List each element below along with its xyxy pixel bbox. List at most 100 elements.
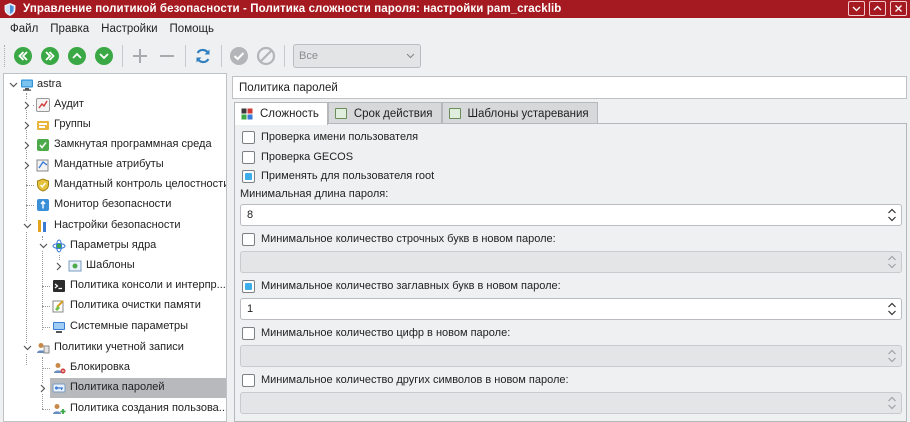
tree-item-groups[interactable]: Группы (4, 115, 226, 135)
chevron-right-icon[interactable] (22, 160, 32, 170)
chevron-right-icon[interactable] (38, 383, 48, 393)
first-icon (14, 47, 32, 65)
close-button[interactable] (890, 1, 907, 16)
tree-item-account-policies[interactable]: Политики учетной записи (4, 338, 226, 358)
last-button[interactable] (39, 45, 61, 67)
tab-bar: Сложность Срок действия Шаблоны устарева… (234, 102, 598, 125)
apply-button[interactable] (228, 45, 250, 67)
add-button[interactable] (129, 45, 151, 67)
tree-item-label: astra (37, 78, 62, 90)
title-bar: Управление политикой безопасности - Поли… (0, 0, 910, 18)
tree-item-memory-clean[interactable]: Политика очистки памяти (4, 296, 226, 316)
tree-item-kernel-params[interactable]: Параметры ядра (4, 236, 226, 256)
complexity-icon (241, 108, 253, 120)
refresh-button[interactable] (192, 45, 214, 67)
chevron-down-icon[interactable] (22, 343, 32, 353)
remove-button[interactable] (156, 45, 178, 67)
check-username-row[interactable]: Проверка имени пользователя (242, 128, 418, 146)
check-gecos-row[interactable]: Проверка GECOS (242, 148, 353, 166)
tree-item-lock[interactable]: Блокировка (4, 358, 226, 378)
tree-item-system-params[interactable]: Системные параметры (4, 317, 226, 337)
digits-row[interactable]: Минимальное количество цифр в новом паро… (242, 324, 510, 342)
lowercase-label: Минимальное количество строчных букв в н… (261, 233, 556, 245)
navigation-tree[interactable]: astra Аудит Группы Замкнутая программная… (3, 73, 227, 422)
tree-item-label: Монитор безопасности (54, 198, 172, 210)
other-chars-spinbox[interactable] (240, 392, 902, 414)
add-icon (133, 49, 147, 63)
digits-spinbox[interactable] (240, 345, 902, 367)
chevron-right-icon[interactable] (22, 100, 32, 110)
account-policy-icon (36, 341, 50, 355)
other-chars-row[interactable]: Минимальное количество других символов в… (242, 371, 569, 389)
section-title: Политика паролей (232, 76, 907, 99)
digits-checkbox[interactable] (242, 326, 255, 340)
minimize-button[interactable] (848, 1, 865, 16)
uppercase-spinbox[interactable]: 1 (240, 298, 902, 320)
maximize-button[interactable] (869, 1, 886, 16)
up-icon (68, 47, 86, 65)
tab-expiration[interactable]: Срок действия (327, 102, 442, 124)
monitor-icon (36, 198, 50, 212)
tree-guide (26, 205, 34, 206)
digits-label: Минимальное количество цифр в новом паро… (261, 327, 511, 339)
tree-item-closed-env[interactable]: Замкнутая программная среда (4, 135, 226, 155)
kernel-icon (52, 239, 66, 253)
tree-item-label: Мандатный контроль целостности (54, 178, 227, 190)
lowercase-row[interactable]: Минимальное количество строчных букв в н… (242, 230, 556, 248)
cancel-button[interactable] (255, 45, 277, 67)
tree-item-astra[interactable]: astra (4, 75, 226, 95)
other-chars-checkbox[interactable] (242, 373, 255, 387)
tree-item-security-monitor[interactable]: Монитор безопасности (4, 195, 226, 215)
apply-root-row[interactable]: Применять для пользователя root (242, 167, 434, 185)
tab-aging-templates[interactable]: Шаблоны устаревания (441, 102, 598, 124)
check-username-checkbox[interactable] (242, 130, 255, 144)
tree-item-security-settings[interactable]: Настройки безопасности (4, 216, 226, 236)
chevron-down-icon[interactable] (8, 80, 18, 90)
chevron-down-icon[interactable] (38, 241, 48, 251)
spin-arrows-icon (888, 349, 896, 363)
lowercase-spinbox[interactable] (240, 251, 902, 273)
menu-help[interactable]: Помощь (164, 23, 220, 35)
computer-icon (20, 78, 34, 92)
uppercase-label: Минимальное количество заглавных букв в … (261, 280, 561, 292)
chevron-right-icon[interactable] (22, 120, 32, 130)
up-button[interactable] (66, 45, 88, 67)
tab-label: Шаблоны устаревания (467, 107, 589, 120)
down-button[interactable] (93, 45, 115, 67)
tree-item-console-policy[interactable]: Политика консоли и интерпр... (4, 276, 226, 296)
closed-env-icon (36, 138, 50, 152)
uppercase-checkbox[interactable] (242, 279, 255, 293)
tree-item-password-policy[interactable]: Политика паролей (38, 378, 226, 398)
window-title: Управление политикой безопасности - Поли… (23, 3, 562, 15)
tree-item-audit[interactable]: Аудит (4, 95, 226, 115)
tree-item-integrity-control[interactable]: Мандатный контроль целостности (4, 175, 226, 195)
min-length-spinbox[interactable]: 8 (240, 204, 902, 226)
tab-complexity[interactable]: Сложность (234, 102, 328, 125)
menu-file[interactable]: Файл (4, 23, 44, 35)
uppercase-row[interactable]: Минимальное количество заглавных букв в … (242, 277, 561, 295)
check-gecos-checkbox[interactable] (242, 150, 255, 164)
filter-select[interactable]: Все (293, 44, 421, 68)
down-icon (95, 47, 113, 65)
tree-item-user-creation[interactable]: Политика создания пользова... (4, 399, 226, 419)
tree-item-templates[interactable]: Шаблоны (4, 256, 226, 276)
menu-edit[interactable]: Правка (44, 23, 95, 35)
menu-bar: Файл Правка Настройки Помощь (0, 18, 910, 40)
tree-item-label: Шаблоны (86, 259, 135, 271)
lowercase-checkbox[interactable] (242, 232, 255, 246)
first-button[interactable] (12, 45, 34, 67)
remove-icon (160, 55, 174, 57)
chevron-right-icon[interactable] (22, 140, 32, 150)
tree-item-mandatory-attributes[interactable]: Мандатные атрибуты (4, 155, 226, 175)
shield-app-icon (3, 2, 17, 16)
spin-arrows-icon (888, 208, 896, 222)
menu-settings[interactable]: Настройки (95, 23, 163, 35)
toolbar-grip[interactable] (4, 45, 7, 67)
memory-clean-icon (52, 299, 66, 313)
tree-item-label: Параметры ядра (70, 239, 157, 251)
chevron-down-icon[interactable] (22, 221, 32, 231)
apply-root-label: Применять для пользователя root (261, 170, 435, 182)
chevron-right-icon[interactable] (54, 261, 64, 271)
apply-root-checkbox[interactable] (242, 169, 255, 183)
tree-guide (42, 286, 50, 287)
